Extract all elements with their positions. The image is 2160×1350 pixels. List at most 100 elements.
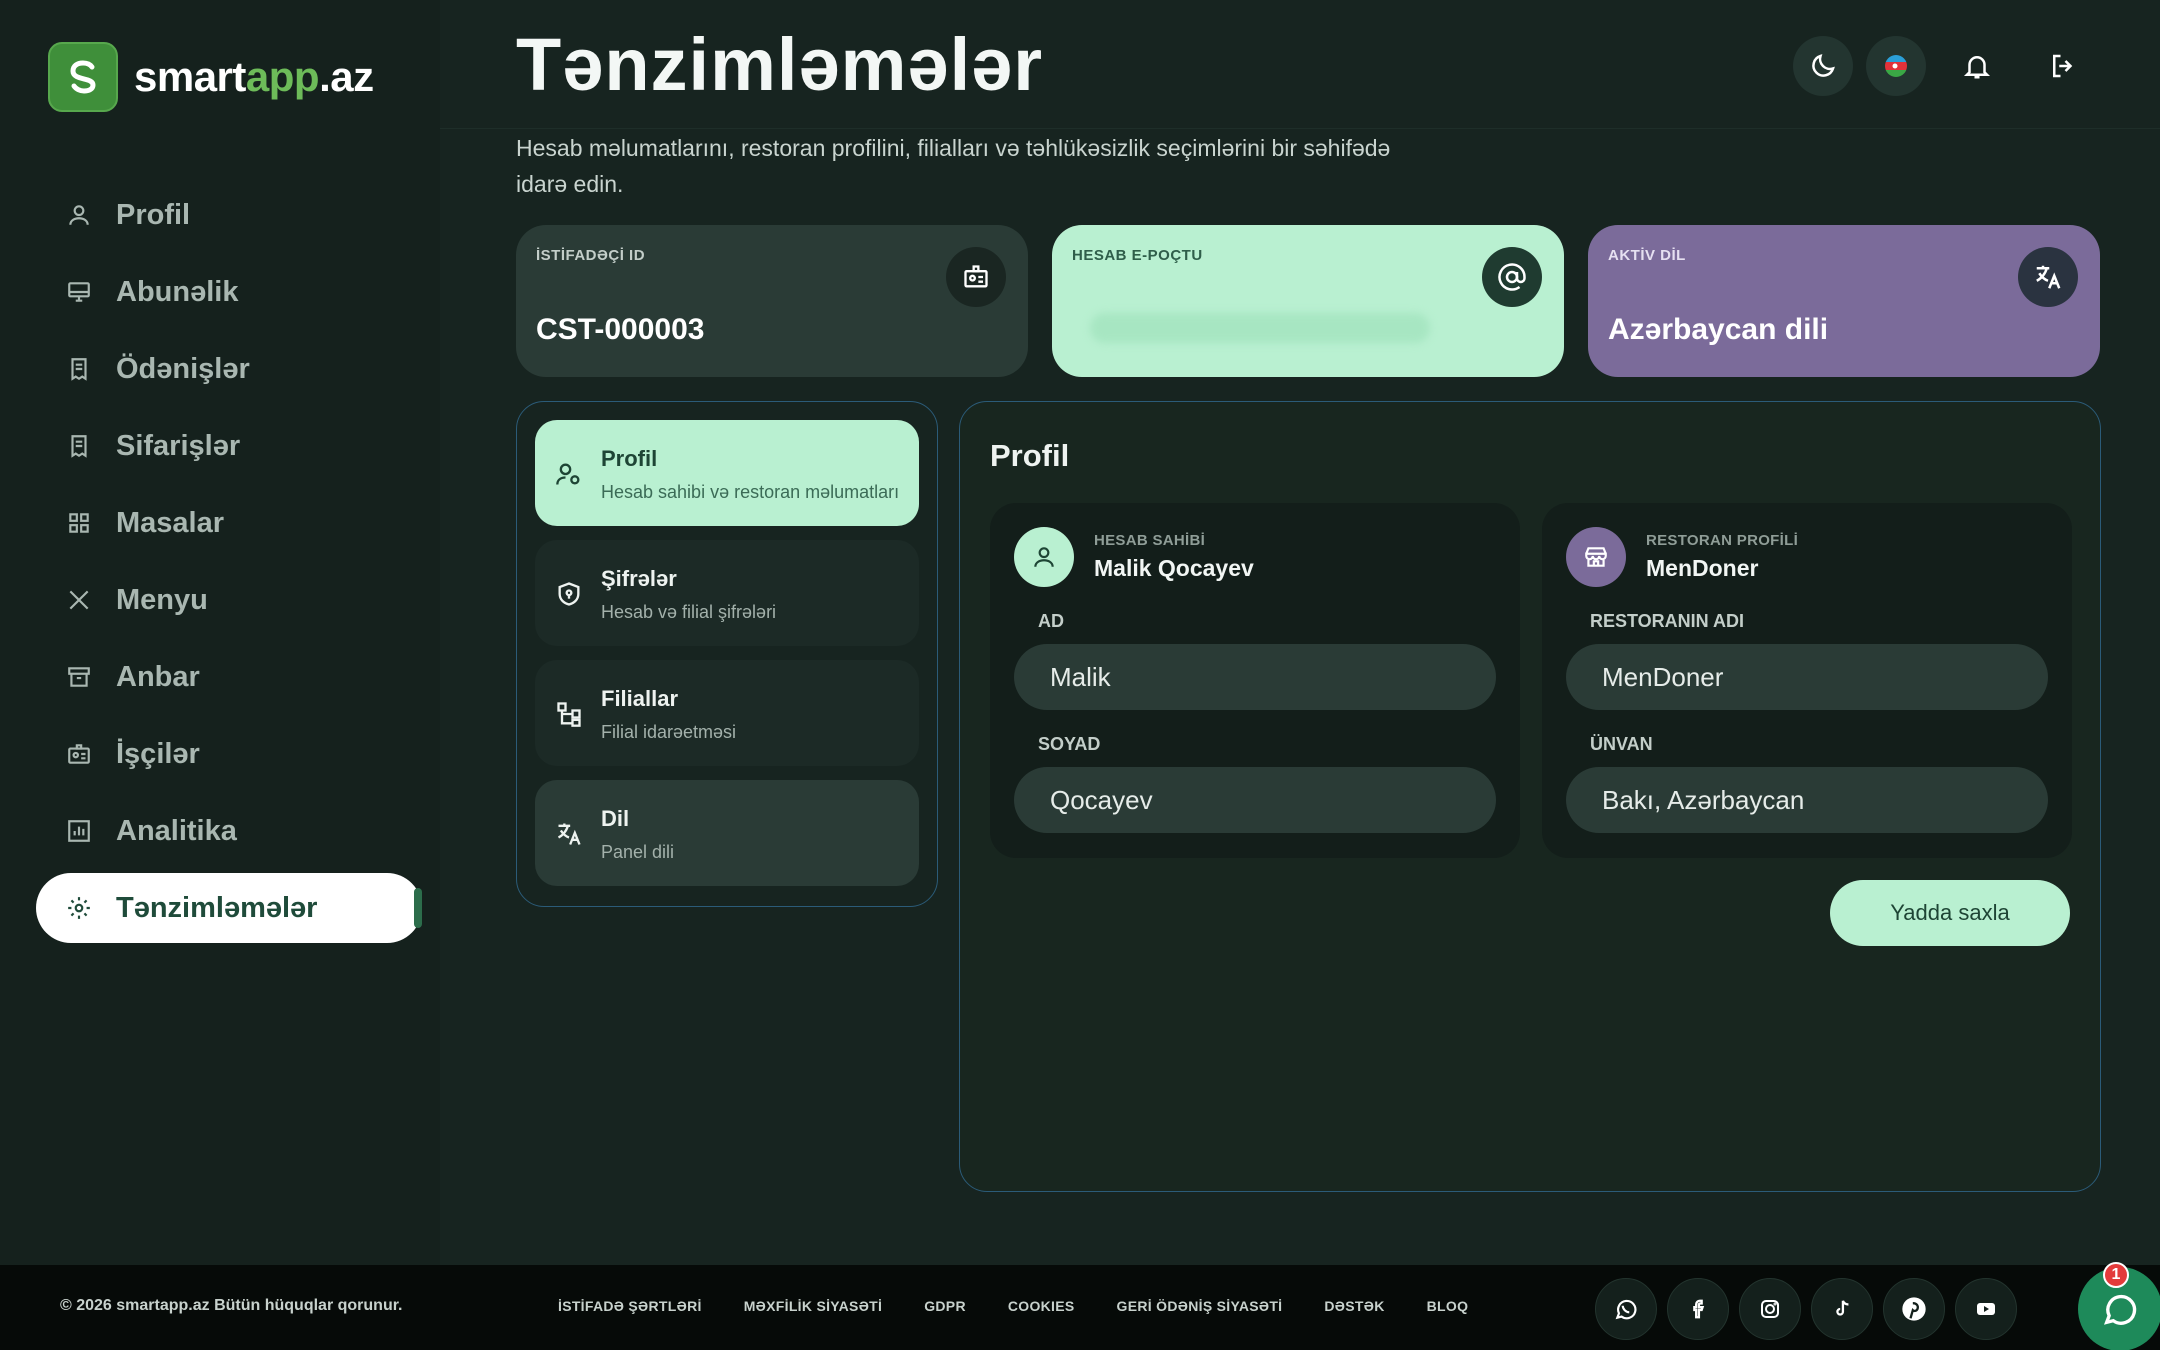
main-content: Tənzimləmələr Hesab məlumatlarını, resto… — [440, 0, 2160, 1265]
whatsapp-button[interactable] — [1595, 1278, 1657, 1340]
sidebar-item-menyu[interactable]: Menyu — [36, 565, 422, 635]
settings-tab-profil[interactable]: Profil Hesab sahibi və restoran məlumatl… — [535, 420, 919, 526]
instagram-button[interactable] — [1739, 1278, 1801, 1340]
moon-icon — [1812, 54, 1835, 77]
sidebar-item-label: Tənzimləmələr — [116, 891, 318, 924]
sidebar-item-abunelik[interactable]: Abunəlik — [36, 257, 422, 327]
pinterest-button[interactable] — [1883, 1278, 1945, 1340]
footer-link-blog[interactable]: BLOQ — [1427, 1298, 1469, 1314]
language-flag-button[interactable] — [1866, 36, 1926, 96]
address-label: ÜNVAN — [1590, 734, 1653, 754]
logo-badge-icon — [48, 42, 118, 112]
sidebar-item-label: İşçilər — [116, 737, 200, 770]
user-id-card: İSTİFADƏÇİ ID CST-000003 — [516, 225, 1028, 377]
settings-tab-sub: Panel dili — [601, 842, 675, 862]
save-button[interactable]: Yadda saxla — [1830, 880, 2070, 946]
footer-link-support[interactable]: DƏSTƏK — [1324, 1298, 1384, 1314]
restaurant-kicker: RESTORAN PROFİLİ — [1646, 532, 1799, 549]
sidebar-item-label: Analitika — [116, 814, 237, 847]
whatsapp-icon — [1615, 1299, 1637, 1320]
owner-card: HESAB SAHİBİ Malik Qocayev AD SOYAD — [990, 503, 1520, 858]
first-name-input[interactable] — [1014, 644, 1496, 710]
chart-icon — [68, 820, 90, 842]
settings-tab-title: Profil — [601, 446, 658, 471]
footer-link-cookies[interactable]: COOKIES — [1008, 1298, 1075, 1314]
sidebar-item-profil[interactable]: Profil — [36, 180, 422, 250]
sidebar: smartapp.az Profil Abunəlik Ödənişlər Si… — [0, 0, 440, 1265]
at-sign-icon — [1482, 247, 1542, 307]
restaurant-name: MenDoner — [1646, 555, 1759, 581]
sidebar-item-label: Anbar — [116, 660, 200, 693]
email-value-redacted — [1090, 313, 1430, 343]
gear-icon — [68, 897, 90, 919]
translate-icon — [557, 823, 581, 845]
restaurant-name-input[interactable] — [1566, 644, 2048, 710]
settings-tab-title: Filiallar — [601, 686, 679, 711]
facebook-button[interactable] — [1667, 1278, 1729, 1340]
last-name-input[interactable] — [1014, 767, 1496, 833]
language-value: Azərbaycan dili — [1608, 313, 1829, 346]
settings-tab-filiallar[interactable]: Filiallar Filial idarəetməsi — [535, 660, 919, 766]
sidebar-item-anbar[interactable]: Anbar — [36, 642, 422, 712]
instagram-icon — [1761, 1300, 1779, 1318]
sidebar-item-label: Sifarişlər — [116, 429, 241, 462]
footer: © 2026 smartapp.az Bütün hüquqlar qorunu… — [0, 1265, 2160, 1350]
sidebar-item-odenisler[interactable]: Ödənişlər — [36, 334, 422, 404]
settings-tab-sub: Hesab sahibi və restoran məlumatları — [601, 482, 900, 502]
sidebar-item-label: Profil — [116, 198, 191, 231]
first-name-label: AD — [1038, 611, 1064, 631]
settings-tab-title: Dil — [601, 806, 630, 831]
header-divider — [440, 128, 2160, 129]
settings-tab-sifreler[interactable]: Şifrələr Hesab və filial şifrələri — [535, 540, 919, 646]
badge-icon — [946, 247, 1006, 307]
facebook-icon — [1693, 1299, 1705, 1319]
sidebar-item-tenzimlemeler[interactable]: Tənzimləmələr — [36, 873, 422, 943]
email-label: HESAB E-POÇTU — [1072, 247, 1203, 264]
user-id-label: İSTİFADƏÇİ ID — [536, 247, 646, 264]
user-gear-icon — [556, 463, 580, 485]
youtube-button[interactable] — [1955, 1278, 2017, 1340]
sidebar-nav: Profil Abunəlik Ödənişlər Sifarişlər Mas… — [36, 180, 422, 950]
chat-notification-badge: 1 — [2103, 1262, 2129, 1288]
brand-name: smartapp.az — [134, 53, 374, 100]
sidebar-item-masalar[interactable]: Masalar — [36, 488, 422, 558]
footer-links: İSTİFADƏ ŞƏRTLƏRİ MƏXFİLİK SİYASƏTİ GDPR… — [558, 1298, 1468, 1314]
language-label: AKTİV DİL — [1608, 247, 1686, 264]
page-subtitle: Hesab məlumatlarını, restoran profilini,… — [516, 135, 1391, 197]
footer-link-refund[interactable]: GERİ ÖDƏNİŞ SİYASƏTİ — [1117, 1298, 1283, 1314]
last-name-label: SOYAD — [1038, 734, 1101, 754]
bell-icon — [1963, 56, 1991, 79]
sidebar-item-label: Menyu — [116, 583, 208, 616]
sidebar-item-label: Abunəlik — [116, 275, 239, 308]
tiktok-button[interactable] — [1811, 1278, 1873, 1340]
chat-icon — [2103, 1294, 2137, 1325]
notifications-button[interactable] — [1947, 36, 2007, 96]
sidebar-item-sifarisler[interactable]: Sifarişlər — [36, 411, 422, 481]
theme-toggle-button[interactable] — [1793, 36, 1853, 96]
sidebar-item-label: Masalar — [116, 506, 225, 539]
footer-link-gdpr[interactable]: GDPR — [924, 1298, 966, 1314]
page-title: Tənzimləmələr — [516, 23, 1044, 106]
owner-name: Malik Qocayev — [1094, 555, 1254, 581]
footer-link-terms[interactable]: İSTİFADƏ ŞƏRTLƏRİ — [558, 1298, 702, 1314]
settings-tab-dil[interactable]: Dil Panel dili — [535, 780, 919, 886]
azerbaijan-flag-icon — [1885, 55, 1907, 77]
store-icon — [1566, 527, 1626, 587]
profile-panel: Profil HESAB SAHİBİ Malik Qocayev AD SOY… — [959, 401, 2101, 1192]
user-icon — [69, 205, 89, 225]
owner-kicker: HESAB SAHİBİ — [1094, 532, 1206, 549]
sidebar-item-isciler[interactable]: İşçilər — [36, 719, 422, 789]
email-card: HESAB E-POÇTU — [1052, 225, 1564, 377]
logout-button[interactable] — [2033, 36, 2093, 96]
translate-icon — [2018, 247, 2078, 307]
settings-nav: Profil Hesab sahibi və restoran məlumatl… — [516, 401, 938, 907]
id-card-icon — [68, 744, 90, 764]
sidebar-item-analitika[interactable]: Analitika — [36, 796, 422, 866]
footer-link-privacy[interactable]: MƏXFİLİK SİYASƏTİ — [744, 1298, 882, 1314]
grid-icon — [69, 513, 89, 533]
pinterest-icon — [1902, 1297, 1926, 1321]
address-input[interactable] — [1566, 767, 2048, 833]
brand-logo[interactable]: smartapp.az — [48, 42, 374, 112]
receipt-icon — [71, 435, 87, 458]
receipt-icon — [71, 358, 87, 381]
